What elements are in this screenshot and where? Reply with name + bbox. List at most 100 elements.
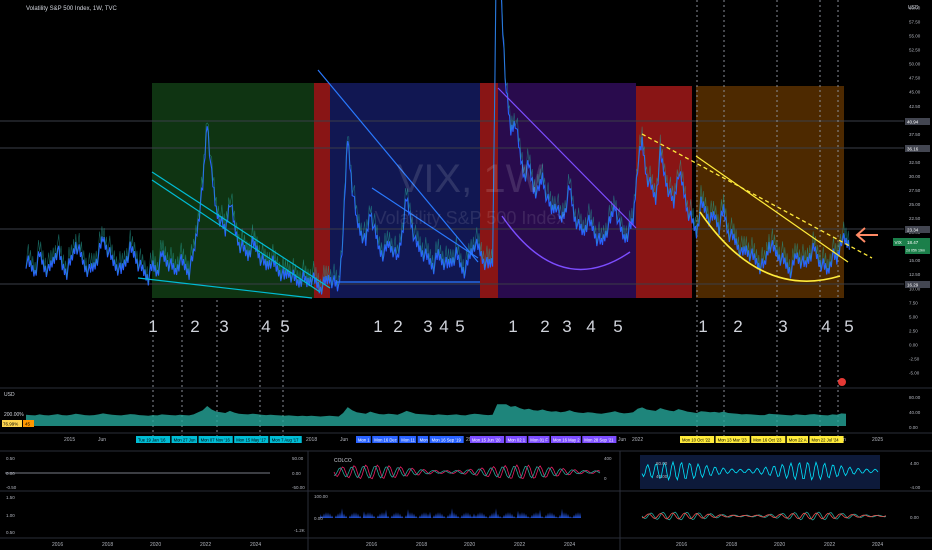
date-tag: Mon 16 Oct '23 (753, 437, 782, 442)
year-label: 2022 (514, 542, 525, 548)
wave-label: 4 (586, 317, 595, 336)
watermark-name: Volatility S&P 500 Index (375, 208, 566, 228)
wave-label: 4 (261, 317, 270, 336)
pane-a-tick: 0.50 (6, 456, 15, 461)
vix-price-text: 18.47 (907, 240, 919, 245)
date-tag: Mon 1 (358, 437, 370, 442)
volume-badge-text: 76.99% (3, 422, 18, 427)
pane-b-tick2: 400 (604, 456, 612, 461)
price-tick: 50.00 (909, 62, 921, 67)
pane-e-tick: -1.2K (294, 528, 305, 533)
wave-label: 2 (393, 317, 402, 336)
price-tick: 0.00 (909, 342, 918, 347)
wave-label: 3 (423, 317, 432, 336)
date-tag: Mon 22 Jul '24 (812, 437, 840, 442)
chart-canvas[interactable]: VIX, 1W Volatility S&P 500 Index Volatil… (0, 0, 932, 550)
price-tick: 32.50 (909, 160, 921, 165)
vol-axis-tick: 0.00 (909, 425, 918, 430)
price-tick: 2.50 (909, 328, 918, 333)
price-tick: 57.50 (909, 20, 921, 25)
pane-e-series (320, 508, 581, 518)
price-tick: 30.00 (909, 174, 921, 179)
pane-b-tick: 50.00 (292, 456, 304, 461)
date-tag: Mon 16 Dec (374, 437, 397, 442)
date-tag: Mon 02 1 (508, 437, 526, 442)
price-tick: 60.00 (909, 6, 921, 11)
time-label: 2015 (64, 437, 75, 443)
date-tag: Mon 13 Mar '23 (718, 437, 748, 442)
pane-b-title: COLCO (334, 458, 352, 464)
price-tag-23-text: 23.34 (907, 228, 919, 233)
price-tag-40-text: 40.94 (907, 120, 919, 125)
time-label: Jun (98, 437, 106, 443)
wave-label: 3 (219, 317, 228, 336)
price-tick: 52.50 (909, 48, 921, 53)
date-tag: Tue 19 Jan '16 (138, 437, 166, 442)
date-tag: Mon 27 Jun (174, 437, 197, 442)
wave-label: 4 (821, 317, 830, 336)
wave-label: 2 (540, 317, 549, 336)
vol-axis-tick: 80.00 (909, 395, 921, 400)
wave-label: 3 (778, 317, 787, 336)
volume-badge-2-text: 45 (25, 422, 31, 427)
year-label: 2022 (200, 542, 211, 548)
price-tick: -2.50 (909, 356, 920, 361)
wave-label: 1 (698, 317, 707, 336)
price-tick: -5.00 (909, 371, 920, 376)
pane-c-tick: 40.00 (656, 474, 668, 479)
price-tag-low-text: 16.29 (907, 283, 919, 288)
wave-label: 5 (455, 317, 464, 336)
pane-c-tick2: -4.00 (910, 485, 921, 490)
bottom-axis[interactable]: 2016 2018 2020 2022 2024 2016 2018 2020 … (52, 542, 883, 548)
vol-axis-tick: 40.00 (909, 410, 921, 415)
time-label: 2025 (872, 437, 883, 443)
price-tick: 7.50 (909, 300, 918, 305)
year-label: 2016 (52, 542, 63, 548)
date-tag: Mon 16 May 2 (553, 437, 580, 442)
year-label: 2018 (726, 542, 737, 548)
time-label: 2018 (306, 437, 317, 443)
price-tick: 55.00 (909, 34, 921, 39)
pane-e-tick: 100.00 (314, 494, 328, 499)
price-tick: 42.50 (909, 104, 921, 109)
time-label: 2022 (632, 437, 643, 443)
date-tags: Tue 19 Jan '16 Mon 27 Jun Mon 07 Nov '16 Mo… (136, 436, 844, 443)
year-label: 2024 (872, 542, 883, 548)
vix-name-text: VIX (895, 240, 902, 245)
volume-area (26, 404, 846, 426)
pane-d-tick: 1.00 (6, 513, 15, 518)
pane-a-tick: 0.00 (6, 471, 15, 476)
price-tick: 37.50 (909, 132, 921, 137)
watermark-symbol: VIX, 1W (397, 157, 544, 201)
price-tick: 47.50 (909, 76, 921, 81)
zone-red-1 (314, 83, 330, 298)
wave-label: 5 (280, 317, 289, 336)
year-label: 2024 (564, 542, 575, 548)
vix-countdown-text: 2d 05h 19m (906, 249, 925, 253)
price-tick: 25.00 (909, 202, 921, 207)
wave-label: 1 (508, 317, 517, 336)
price-tick: 12.50 (909, 272, 921, 277)
date-tag: Mon 07 Nov '16 (201, 437, 231, 442)
year-label: 2024 (250, 542, 261, 548)
wave-label: 5 (613, 317, 622, 336)
event-marker-icon[interactable] (838, 378, 846, 386)
volume-left-value: 200.00% (4, 412, 24, 418)
date-tag: Mon (420, 437, 429, 442)
symbol-title[interactable]: Volatility S&P 500 Index, 1W, TVC (26, 6, 117, 12)
pane-e-tick: 0.00 (314, 516, 323, 521)
date-tag: Mon 16 Sep '19 (432, 437, 462, 442)
pane-c-tick2: 4.00 (910, 461, 919, 466)
price-tick: 27.50 (909, 188, 921, 193)
date-tag: Mon 7 Aug '17 (272, 437, 299, 442)
date-tag: Mon 28 Sep '21 (584, 437, 614, 442)
wave-label: 5 (844, 317, 853, 336)
year-label: 2018 (102, 542, 113, 548)
pane-b-tick2: 0 (604, 476, 607, 481)
pane-d-tick: 1.50 (6, 495, 15, 500)
date-tag: Mon 01 F (530, 437, 548, 442)
wave-label: 1 (148, 317, 157, 336)
time-label: Jun (340, 437, 348, 443)
price-tick: 45.00 (909, 90, 921, 95)
time-label: Jun (618, 437, 626, 443)
